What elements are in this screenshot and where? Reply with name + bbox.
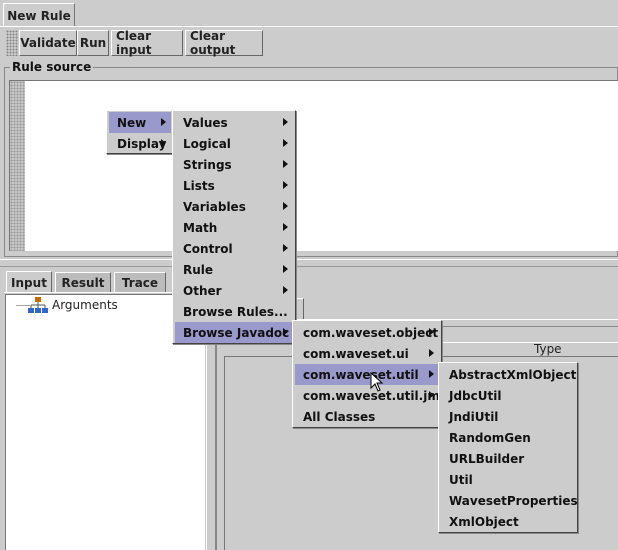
menu-item-urlbuilder[interactable]: URLBuilder [441, 448, 575, 469]
submenu-arrow-icon [283, 265, 288, 273]
table-header-type[interactable]: Type [534, 342, 562, 356]
menu-item-util[interactable]: Util [441, 469, 575, 490]
clear-input-button-label: Clear input [116, 29, 152, 57]
menu-item-control-label: Control [183, 241, 233, 256]
editor-gutter [9, 80, 25, 251]
horizontal-splitter[interactable] [0, 259, 618, 267]
menu-item-other-label: Other [183, 283, 222, 298]
menu-item-strings-label: Strings [183, 157, 232, 172]
validate-button[interactable]: Validate [19, 30, 77, 56]
menu-item-math[interactable]: Math [175, 217, 293, 238]
menu-item-logical[interactable]: Logical [175, 133, 293, 154]
menu-item-xmlobject[interactable]: XmlObject [441, 511, 575, 532]
submenu-arrow-icon [283, 223, 288, 231]
menu-item-new-label: New [117, 115, 147, 130]
rule-source-title: Rule source [10, 60, 94, 74]
menu-item-jndiutil[interactable]: JndiUtil [441, 406, 575, 427]
submenu-arrow-icon [161, 139, 166, 147]
menu-item-com-waveset-object-label: com.waveset.object [303, 325, 439, 340]
tree-item-arguments[interactable]: Arguments [52, 298, 118, 312]
util-submenu: AbstractXmlObject JdbcUtil JndiUtil Rand… [438, 362, 578, 533]
menu-item-browse-javadoc[interactable]: Browse Javadoc [175, 322, 293, 343]
tab-trace-label: Trace [121, 275, 159, 290]
menu-item-logical-label: Logical [183, 136, 231, 151]
menu-item-abstractxmlobject-label: AbstractXmlObject [449, 367, 577, 382]
menu-item-urlbuilder-label: URLBuilder [449, 451, 525, 466]
new-submenu: Values Logical Strings Lists Variables M… [172, 110, 296, 344]
menu-item-abstractxmlobject[interactable]: AbstractXmlObject [441, 364, 577, 385]
menu-item-com-waveset-ui-label: com.waveset.ui [303, 346, 409, 361]
menu-item-com-waveset-util[interactable]: com.waveset.util [295, 364, 439, 385]
clear-input-button[interactable]: Clear input [111, 29, 183, 57]
menu-item-values[interactable]: Values [175, 112, 293, 133]
menu-item-util-label: Util [449, 472, 473, 487]
menu-item-browse-rules[interactable]: Browse Rules... [175, 301, 293, 322]
tab-result[interactable]: Result [55, 272, 111, 292]
menu-item-randomgen-label: RandomGen [449, 430, 531, 445]
hierarchy-icon [28, 297, 48, 313]
submenu-arrow-icon [429, 328, 434, 336]
mouse-pointer-icon [370, 372, 384, 392]
menu-item-randomgen[interactable]: RandomGen [441, 427, 575, 448]
menu-item-lists[interactable]: Lists [175, 175, 293, 196]
submenu-arrow-icon [283, 118, 288, 126]
menu-item-jdbcutil-label: JdbcUtil [449, 388, 502, 403]
menu-item-com-waveset-object[interactable]: com.waveset.object [295, 322, 439, 343]
menu-item-jndiutil-label: JndiUtil [449, 409, 499, 424]
menu-item-xmlobject-label: XmlObject [449, 514, 519, 529]
menu-item-browse-rules-label: Browse Rules... [183, 304, 288, 319]
submenu-arrow-icon [429, 370, 434, 378]
menu-item-variables-label: Variables [183, 199, 246, 214]
menu-item-display[interactable]: Display [109, 133, 171, 154]
tab-new-rule[interactable]: New Rule [3, 3, 75, 27]
clear-output-button-label: Clear output [190, 29, 236, 57]
menu-item-display-label: Display [117, 136, 167, 151]
toolbar: Validate Run Clear input Clear output [4, 28, 618, 58]
submenu-arrow-icon [283, 244, 288, 252]
tab-result-label: Result [61, 275, 105, 290]
rule-source-editor[interactable] [25, 80, 618, 251]
menu-item-other[interactable]: Other [175, 280, 293, 301]
menu-item-all-classes-label: All Classes [303, 409, 376, 424]
menu-item-wavesetproperties[interactable]: WavesetProperties [441, 490, 578, 511]
menu-item-com-waveset-ui[interactable]: com.waveset.ui [295, 343, 439, 364]
menu-item-com-waveset-util-jms[interactable]: com.waveset.util.jms [295, 385, 447, 406]
validate-button-label: Validate [20, 36, 76, 50]
menu-item-new[interactable]: New [109, 112, 171, 133]
tab-input[interactable]: Input [6, 271, 52, 293]
menu-item-rule[interactable]: Rule [175, 259, 293, 280]
menu-item-values-label: Values [183, 115, 228, 130]
tab-input-label: Input [11, 275, 47, 290]
tab-new-rule-label: New Rule [7, 8, 71, 23]
submenu-arrow-icon [283, 139, 288, 147]
context-menu: New Display [106, 110, 174, 154]
submenu-arrow-icon [283, 160, 288, 168]
menu-item-browse-javadoc-label: Browse Javadoc [183, 325, 290, 340]
submenu-arrow-icon [429, 391, 434, 399]
menu-item-all-classes[interactable]: All Classes [295, 406, 439, 427]
run-button-label: Run [79, 36, 107, 50]
menu-item-math-label: Math [183, 220, 218, 235]
menu-item-rule-label: Rule [183, 262, 214, 277]
menu-item-lists-label: Lists [183, 178, 215, 193]
run-button[interactable]: Run [77, 30, 109, 56]
tab-divider [0, 26, 618, 27]
menu-item-control[interactable]: Control [175, 238, 293, 259]
submenu-arrow-icon [429, 349, 434, 357]
menu-item-variables[interactable]: Variables [175, 196, 293, 217]
menu-item-jdbcutil[interactable]: JdbcUtil [441, 385, 575, 406]
submenu-arrow-icon [161, 118, 166, 126]
submenu-arrow-icon [283, 202, 288, 210]
tab-trace[interactable]: Trace [114, 272, 166, 292]
submenu-arrow-icon [283, 286, 288, 294]
submenu-arrow-icon [283, 328, 288, 336]
toolbar-grip[interactable] [6, 30, 18, 56]
clear-output-button[interactable]: Clear output [185, 29, 263, 57]
menu-item-wavesetproperties-label: WavesetProperties [449, 493, 578, 508]
menu-item-strings[interactable]: Strings [175, 154, 293, 175]
javadoc-submenu: com.waveset.object com.waveset.ui com.wa… [292, 320, 447, 428]
menu-item-com-waveset-util-label: com.waveset.util [303, 367, 419, 382]
submenu-arrow-icon [283, 181, 288, 189]
